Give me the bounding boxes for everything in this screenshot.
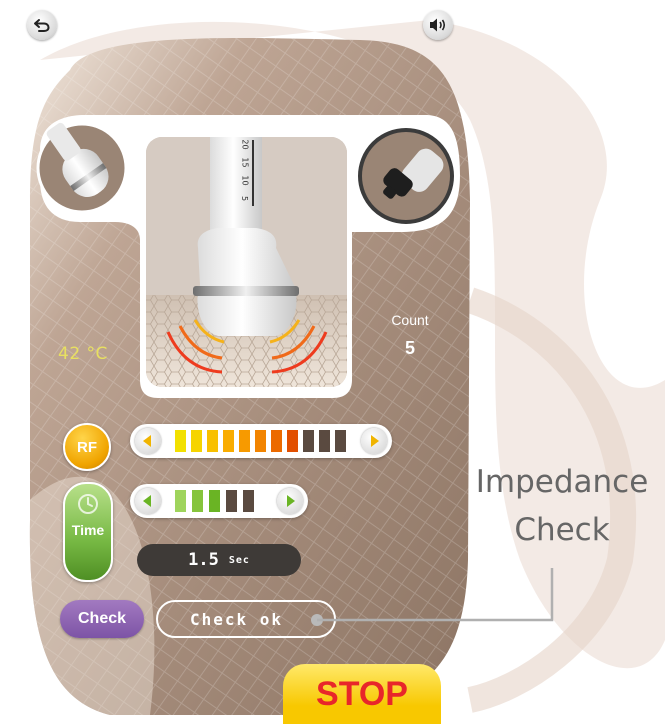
impedance-check-annotation: Impedance Check [462, 458, 662, 554]
annotation-leader-line [311, 568, 554, 626]
annotation-line-2: Check [514, 512, 610, 548]
annotation-line-1: Impedance [475, 464, 649, 500]
